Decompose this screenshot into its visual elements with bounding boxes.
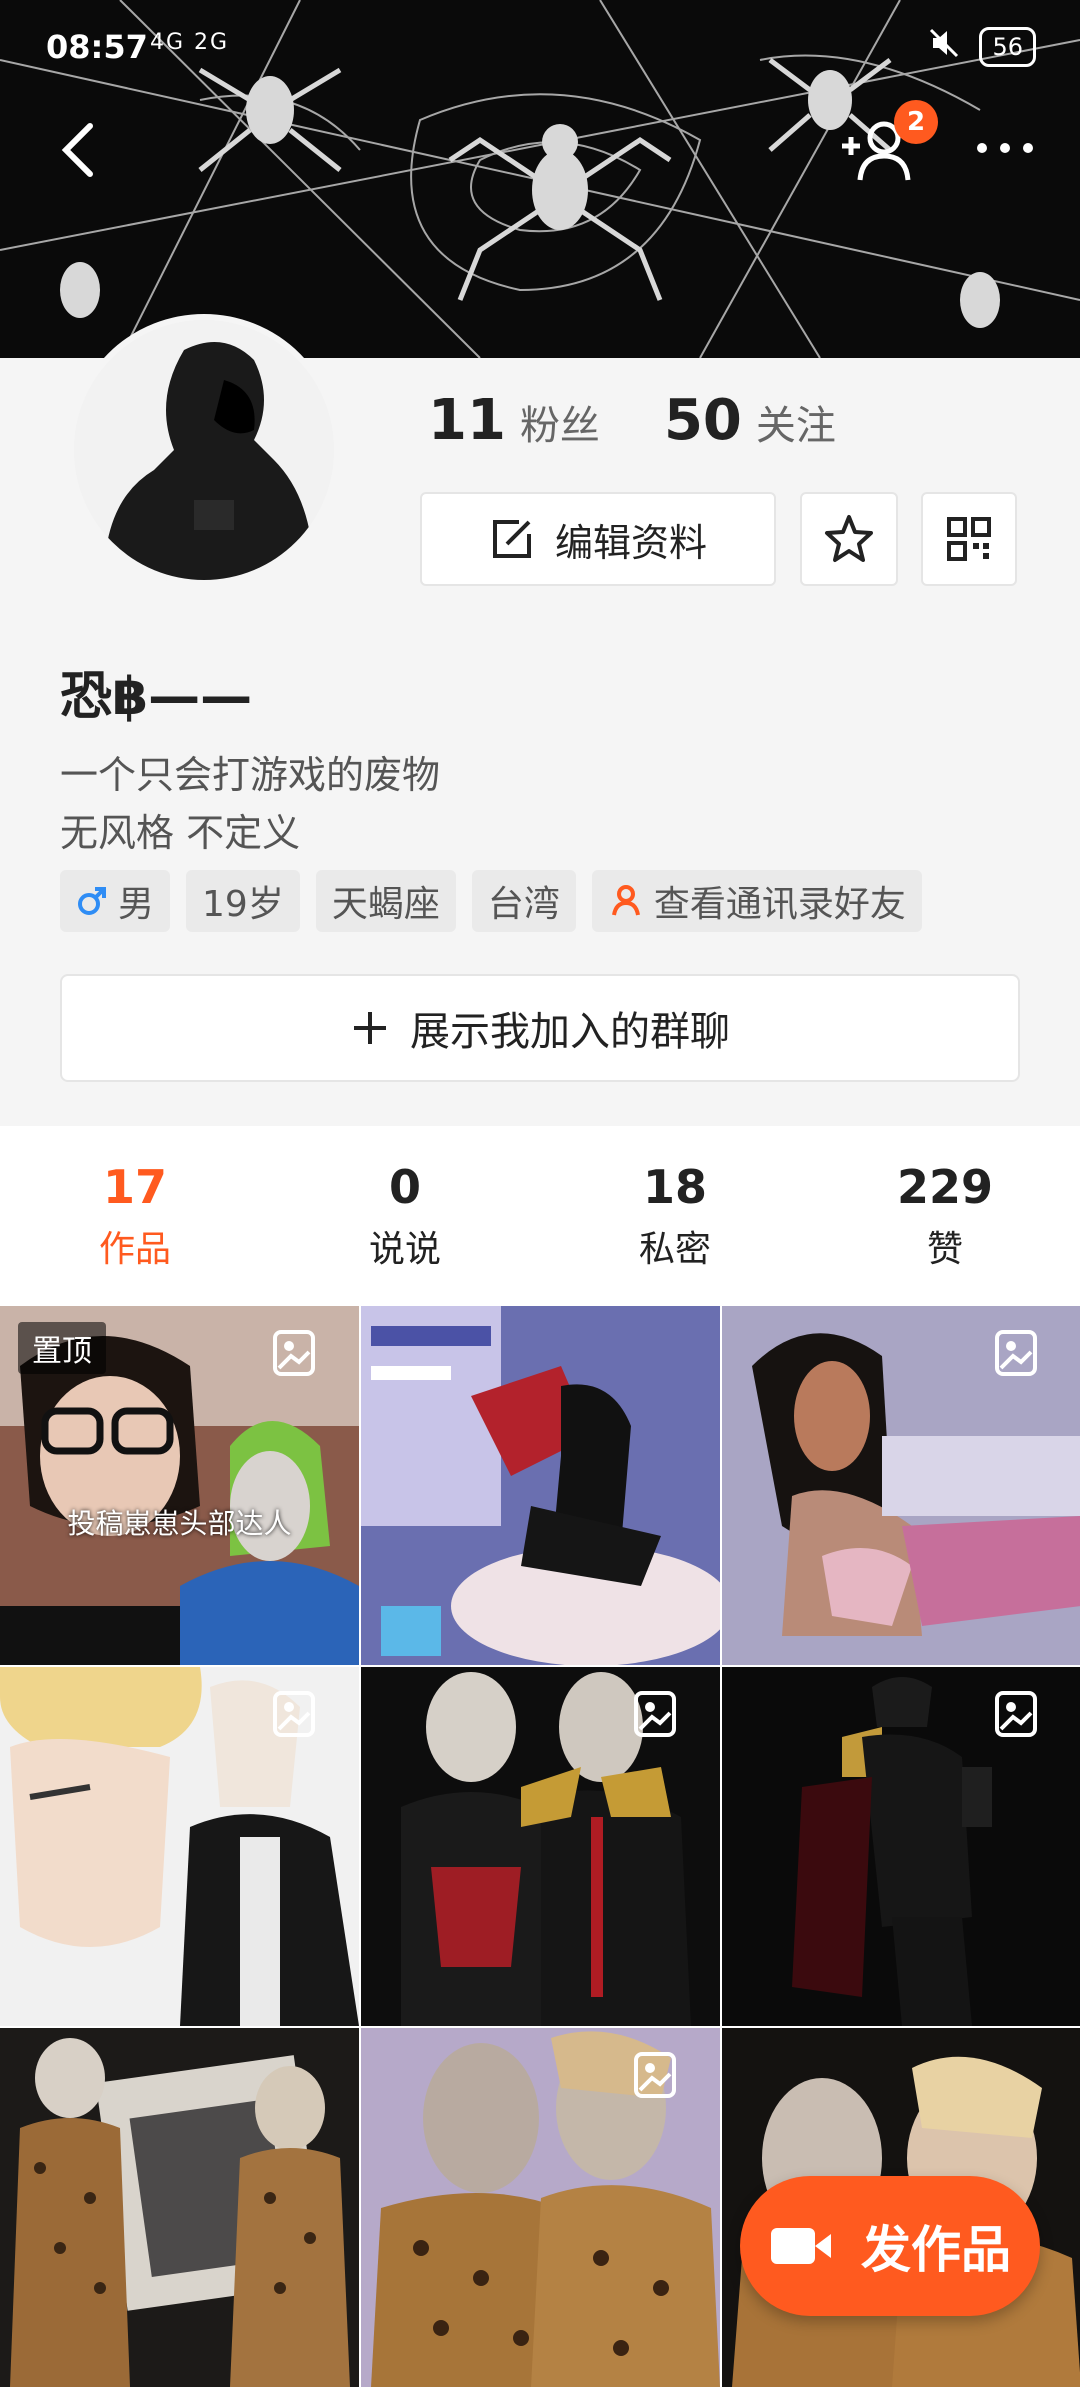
- work-image: [361, 1306, 720, 1665]
- chevron-left-icon: [61, 123, 93, 177]
- edit-icon: [492, 520, 531, 558]
- profile-tags: 男 19岁 天蝎座 台湾 查看通讯录好友: [60, 870, 922, 932]
- gender-label: 男: [118, 884, 155, 925]
- tab-likes[interactable]: 229 赞: [810, 1126, 1080, 1306]
- work-thumbnail[interactable]: [0, 1667, 359, 2026]
- tab-count: 229: [896, 1160, 994, 1214]
- work-thumbnail[interactable]: 置顶 投稿崽崽头部达人: [0, 1306, 359, 1665]
- image-icon: [630, 2050, 680, 2100]
- following-stat[interactable]: 50 关注: [664, 388, 836, 453]
- location-label: 台湾: [487, 884, 560, 925]
- tab-moments[interactable]: 0 说说: [270, 1126, 540, 1306]
- profile-banner: 08:57 4G 2G 56 2: [0, 0, 1080, 358]
- network-indicator: 4G 2G: [150, 30, 230, 55]
- contacts-label: 查看通讯录好友: [653, 884, 906, 925]
- image-icon: [269, 1328, 319, 1378]
- image-icon: [991, 1689, 1041, 1739]
- edit-profile-button[interactable]: 编辑资料: [420, 492, 776, 586]
- tab-works[interactable]: 17 作品: [0, 1126, 270, 1306]
- avatar-image: [74, 320, 334, 580]
- location-tag: 台湾: [471, 870, 576, 932]
- edit-profile-label: 编辑资料: [554, 520, 707, 565]
- contacts-icon: [611, 885, 640, 916]
- status-bar: 08:57 4G 2G 56: [0, 22, 1080, 78]
- star-icon: [825, 515, 873, 562]
- age-tag: 19岁: [186, 870, 300, 932]
- contacts-friends-tag[interactable]: 查看通讯录好友: [591, 870, 922, 932]
- male-icon: [78, 887, 106, 915]
- qr-code-icon: [947, 517, 991, 561]
- work-thumbnail[interactable]: [361, 1306, 720, 1665]
- zodiac-tag: 天蝎座: [315, 870, 456, 932]
- work-thumbnail[interactable]: [361, 1667, 720, 2026]
- following-label: 关注: [755, 403, 836, 449]
- favorite-button[interactable]: [800, 492, 898, 586]
- avatar[interactable]: [68, 314, 340, 586]
- back-button[interactable]: [52, 112, 112, 188]
- notification-badge: 2: [894, 100, 938, 144]
- image-icon: [630, 1689, 680, 1739]
- work-thumbnail[interactable]: [361, 2028, 720, 2387]
- show-group-chats-button[interactable]: 展示我加入的群聊: [60, 974, 1020, 1082]
- follow-stats: 11 粉丝 50 关注: [428, 388, 836, 453]
- tab-label: 私密: [638, 1229, 711, 1270]
- following-count: 50: [663, 388, 742, 453]
- work-image: [0, 2028, 359, 2387]
- zodiac-label: 天蝎座: [331, 884, 440, 925]
- plus-icon: [354, 1012, 386, 1044]
- tab-count: 17: [102, 1160, 167, 1214]
- work-thumbnail[interactable]: [722, 1306, 1080, 1665]
- bio-line: 一个只会打游戏的废物: [60, 753, 441, 797]
- fans-stat[interactable]: 11 粉丝: [428, 388, 600, 453]
- mute-icon: [927, 26, 961, 67]
- content-tabs: 17 作品 0 说说 18 私密 229 赞: [0, 1126, 1080, 1306]
- post-work-button[interactable]: 发作品: [740, 2176, 1040, 2316]
- pinned-badge: 置顶: [18, 1322, 106, 1374]
- qr-code-button[interactable]: [921, 492, 1017, 586]
- add-friend-button[interactable]: 2: [838, 100, 938, 188]
- image-icon: [991, 1328, 1041, 1378]
- tab-count: 0: [388, 1160, 421, 1214]
- video-camera-icon: [771, 2228, 831, 2264]
- fans-label: 粉丝: [519, 403, 600, 449]
- tab-private[interactable]: 18 私密: [540, 1126, 810, 1306]
- tab-label: 作品: [98, 1229, 171, 1270]
- fans-count: 11: [428, 388, 506, 453]
- post-work-label: 发作品: [861, 2221, 1011, 2279]
- work-thumbnail[interactable]: [0, 2028, 359, 2387]
- group-chats-label: 展示我加入的群聊: [410, 1009, 730, 1055]
- image-icon: [269, 1689, 319, 1739]
- work-overlay-text: 投稿崽崽头部达人: [67, 1507, 292, 1540]
- age-label: 19岁: [202, 884, 284, 925]
- work-thumbnail[interactable]: [722, 1667, 1080, 2026]
- more-icon: [977, 143, 1033, 153]
- tab-label: 说说: [368, 1229, 441, 1270]
- status-time: 08:57: [46, 28, 148, 66]
- username: 恐฿——: [60, 667, 253, 727]
- tab-count: 18: [642, 1160, 707, 1214]
- more-button[interactable]: [970, 118, 1040, 178]
- tab-label: 赞: [926, 1229, 963, 1270]
- bio-line: 无风格 不定义: [60, 811, 301, 855]
- gender-tag: 男: [60, 870, 171, 932]
- battery-indicator: 56: [979, 26, 1036, 67]
